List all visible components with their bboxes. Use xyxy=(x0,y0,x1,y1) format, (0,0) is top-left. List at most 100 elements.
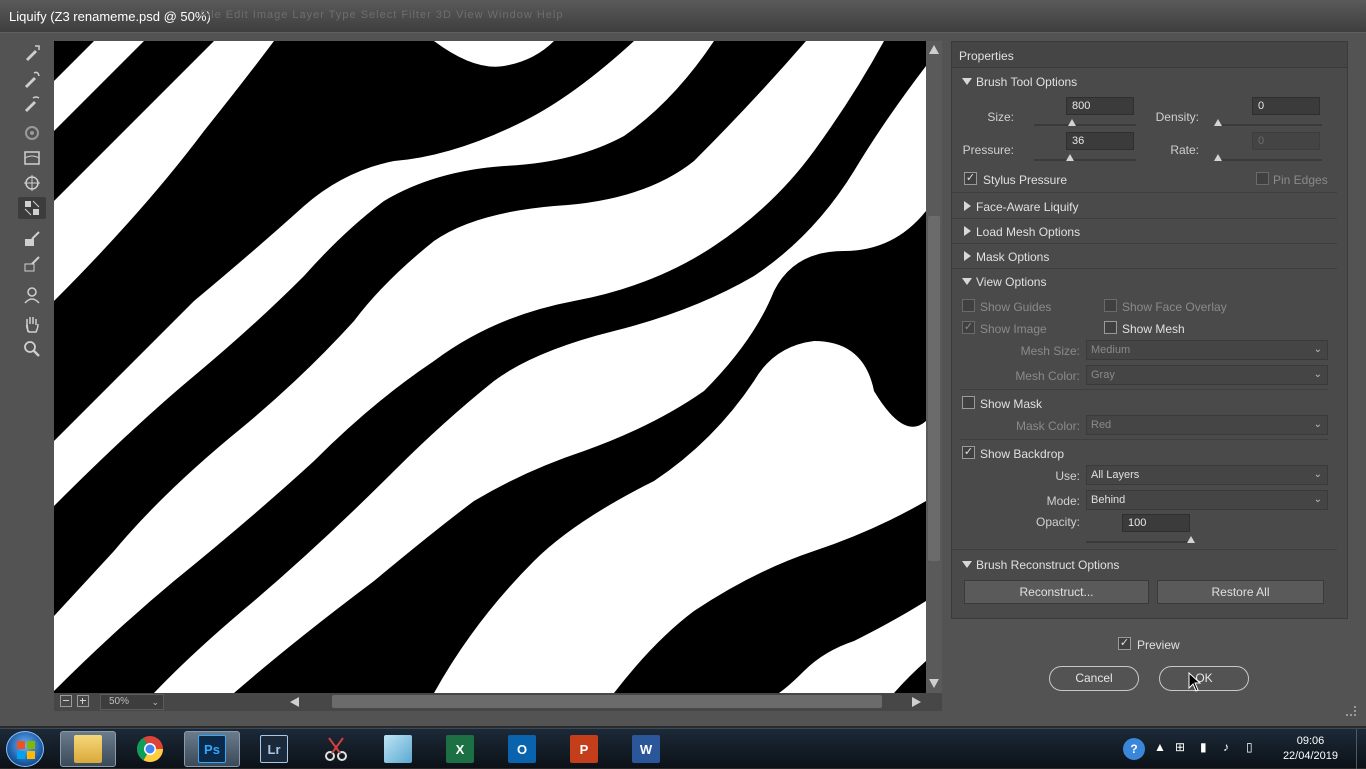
vertical-scrollbar[interactable] xyxy=(926,41,942,693)
reconstruct-icon[interactable] xyxy=(18,68,46,90)
section-toggle-view-options[interactable]: View Options xyxy=(952,269,1337,293)
taskbar-snipping-tool[interactable] xyxy=(308,731,364,767)
rate-input[interactable]: 0 xyxy=(1252,132,1320,150)
show-image-label: Show Image xyxy=(980,322,1047,336)
pressure-slider-track[interactable] xyxy=(1034,159,1136,161)
vertical-scroll-thumb[interactable] xyxy=(928,216,940,561)
mask-color-label: Mask Color: xyxy=(1015,419,1080,433)
show-mesh-checkbox[interactable] xyxy=(1104,321,1117,334)
taskbar-word[interactable]: W xyxy=(618,731,674,767)
size-input[interactable]: 800 xyxy=(1066,97,1134,115)
hand-icon[interactable] xyxy=(18,313,46,335)
opacity-slider-track[interactable] xyxy=(1086,541,1194,543)
density-slider-knob[interactable] xyxy=(1214,119,1222,126)
pressure-slider-knob[interactable] xyxy=(1066,154,1074,161)
mask-color-select[interactable]: Red ⌄ xyxy=(1086,415,1328,435)
show-desktop-button[interactable] xyxy=(1356,729,1366,769)
scroll-left-arrow-icon[interactable] xyxy=(290,697,299,707)
show-guides-checkbox[interactable] xyxy=(962,299,975,312)
check-icon: ✓ xyxy=(963,321,974,333)
twirl-icon[interactable] xyxy=(18,122,46,144)
section-toggle-reconstruct[interactable]: Brush Reconstruct Options xyxy=(952,552,1337,576)
show-face-overlay-checkbox[interactable] xyxy=(1104,299,1117,312)
reconstruct-button[interactable]: Reconstruct... xyxy=(964,580,1149,604)
scroll-down-arrow-icon[interactable] xyxy=(929,679,939,688)
taskbar-powerpoint[interactable]: P xyxy=(556,731,612,767)
density-slider-track[interactable] xyxy=(1218,124,1322,126)
show-backdrop-checkbox[interactable]: ✓ xyxy=(962,446,975,459)
taskbar-photoshop[interactable]: Ps xyxy=(184,731,240,767)
pin-edges-checkbox[interactable] xyxy=(1256,172,1269,185)
scroll-right-arrow-icon[interactable] xyxy=(912,697,921,707)
mesh-color-select[interactable]: Gray ⌄ xyxy=(1086,365,1328,385)
size-slider-track[interactable] xyxy=(1034,124,1136,126)
mode-select[interactable]: Behind ⌄ xyxy=(1086,490,1328,510)
volume-icon[interactable]: ♪ xyxy=(1223,740,1229,754)
size-slider-knob[interactable] xyxy=(1068,119,1076,126)
forward-warp-icon[interactable] xyxy=(18,42,46,64)
mesh-size-select[interactable]: Medium ⌄ xyxy=(1086,340,1328,360)
triangle-right-icon xyxy=(964,201,971,211)
start-button[interactable] xyxy=(6,731,44,767)
windows-logo-icon xyxy=(17,741,35,759)
brush-tool-options-section: Brush Tool Options Size: 800 Density: 0 … xyxy=(952,69,1337,193)
pressure-input[interactable]: 36 xyxy=(1066,132,1134,150)
system-clock[interactable]: 09:06 22/04/2019 xyxy=(1283,734,1338,764)
taskbar-outlook[interactable]: O xyxy=(494,731,550,767)
stylus-pressure-checkbox[interactable]: ✓ xyxy=(964,172,977,185)
show-mesh-label: Show Mesh xyxy=(1122,322,1185,336)
zoom-in-button[interactable] xyxy=(77,695,89,707)
opacity-input[interactable]: 100 xyxy=(1122,514,1190,532)
cancel-button[interactable]: Cancel xyxy=(1049,666,1139,691)
taskbar-chrome[interactable] xyxy=(122,731,178,767)
restore-all-button[interactable]: Restore All xyxy=(1157,580,1324,604)
face-aware-section[interactable]: Face-Aware Liquify xyxy=(952,194,1337,219)
network-icon[interactable]: ▮ xyxy=(1200,740,1207,754)
taskbar-notepad[interactable] xyxy=(370,731,426,767)
powerpoint-icon: P xyxy=(570,735,598,763)
tray-expand-icon[interactable]: ▲ xyxy=(1154,740,1166,754)
density-label: Density: xyxy=(1155,110,1199,124)
section-toggle-brush-tool[interactable]: Brush Tool Options xyxy=(952,69,1337,93)
check-icon: ✓ xyxy=(1119,637,1130,649)
bloat-icon[interactable] xyxy=(18,172,46,194)
rate-slider-track[interactable] xyxy=(1218,159,1322,161)
chevron-down-icon: ⌄ xyxy=(1313,344,1322,355)
divider xyxy=(960,389,1328,390)
scroll-up-arrow-icon[interactable] xyxy=(929,45,939,54)
taskbar-lightroom[interactable]: Lr xyxy=(246,731,302,767)
pucker-icon[interactable] xyxy=(18,147,46,169)
use-select[interactable]: All Layers ⌄ xyxy=(1086,465,1328,485)
smooth-icon[interactable] xyxy=(18,92,46,114)
resize-grip-icon[interactable] xyxy=(1346,706,1356,716)
show-image-checkbox[interactable]: ✓ xyxy=(962,321,975,334)
rate-slider-knob[interactable] xyxy=(1214,154,1222,161)
mask-options-section[interactable]: Mask Options xyxy=(952,244,1337,269)
power-icon[interactable]: ▯ xyxy=(1246,740,1253,754)
horizontal-scroll-thumb[interactable] xyxy=(332,695,882,708)
taskbar-explorer[interactable] xyxy=(60,731,116,767)
show-mask-checkbox[interactable] xyxy=(962,396,975,409)
zoom-level-select[interactable]: 50% ⌄ xyxy=(100,694,164,710)
help-icon[interactable]: ? xyxy=(1123,738,1145,760)
chevron-down-icon: ⌄ xyxy=(151,697,159,707)
brush-reconstruct-label: Brush Reconstruct Options xyxy=(976,558,1120,572)
load-mesh-section[interactable]: Load Mesh Options xyxy=(952,219,1337,244)
clock-time: 09:06 xyxy=(1296,735,1325,747)
freeze-mask-icon[interactable] xyxy=(18,228,46,250)
zoom-out-button[interactable] xyxy=(60,695,72,707)
taskbar-excel[interactable]: X xyxy=(432,731,488,767)
face-icon[interactable] xyxy=(18,284,46,306)
push-left-icon[interactable] xyxy=(18,197,46,219)
chevron-down-icon: ⌄ xyxy=(1313,369,1322,380)
zoom-level-value: 50% xyxy=(109,696,130,707)
triangle-down-icon xyxy=(962,561,972,568)
preview-canvas[interactable] xyxy=(54,41,926,693)
opacity-slider-knob[interactable] xyxy=(1187,536,1195,543)
thaw-mask-icon[interactable] xyxy=(18,253,46,275)
action-center-icon[interactable]: ⊞ xyxy=(1175,740,1185,754)
preview-checkbox[interactable]: ✓ xyxy=(1118,637,1131,650)
zoom-icon[interactable] xyxy=(18,338,46,360)
density-input[interactable]: 0 xyxy=(1252,97,1320,115)
ok-button[interactable]: OK xyxy=(1159,666,1249,691)
